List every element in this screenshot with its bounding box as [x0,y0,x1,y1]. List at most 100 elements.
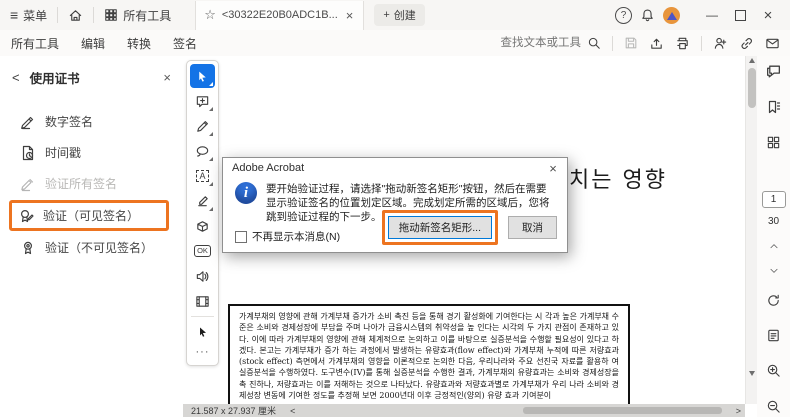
hscroll-right-arrow[interactable]: > [732,406,745,416]
titlebar: ≡ 菜单 所有工具 ☆ <30322E20B0ADC1B... × + 创建 ? [0,0,790,31]
cursor-icon [196,70,209,83]
dont-show-again-checkbox[interactable] [235,231,247,243]
plus-icon: + [383,9,389,21]
request-signature-icon[interactable] [713,36,728,51]
next-page-button[interactable] [769,265,779,275]
document-tab[interactable]: ☆ <30322E20B0ADC1B... × [195,1,364,30]
dialog-close-icon[interactable]: × [545,161,561,176]
home-icon [68,8,83,23]
film-icon [195,294,210,309]
home-button[interactable] [58,0,93,30]
sidebar-item-label: 验证（不可见签名） [45,239,153,256]
zoom-out-button[interactable] [762,396,786,417]
star-icon[interactable]: ☆ [204,7,216,23]
page-thumbnails-panel-button[interactable] [762,132,786,153]
more-tools-button[interactable]: ··· [187,345,218,363]
toolbar-item-edit[interactable]: 编辑 [70,30,116,56]
maximize-icon [735,10,746,21]
all-tools-label: 所有工具 [123,7,171,24]
draw-tool[interactable] [190,114,215,138]
rotate-icon [766,293,781,308]
panel-close-icon[interactable]: × [163,70,171,85]
audio-tool[interactable] [190,264,215,288]
sidebar-item-digital-signature[interactable]: 数字签名 [14,107,183,136]
black-cursor-icon [197,326,209,338]
search-input[interactable] [483,36,583,50]
help-button[interactable]: ? [615,7,632,24]
hscroll-track[interactable] [299,406,731,415]
select-tool[interactable] [190,64,215,88]
select-object-tool[interactable] [190,320,215,344]
back-icon[interactable]: < [12,70,20,85]
create-label: 创建 [394,7,416,23]
window-maximize-button[interactable] [726,0,754,30]
divider [612,36,613,51]
cancel-button[interactable]: 取消 [508,216,557,239]
add-text-tool[interactable]: A [190,164,215,188]
ellipsis-icon: ··· [196,346,210,358]
speaker-icon [195,269,210,284]
pencil-icon [195,119,210,134]
user-avatar[interactable] [663,7,680,24]
dialog-titlebar[interactable]: Adobe Acrobat × [223,158,567,178]
tab-close-icon[interactable]: × [344,8,356,23]
panel-header: < 使用证书 × [0,56,183,91]
page-display-icon [766,328,781,343]
hamburger-menu-button[interactable]: ≡ 菜单 [0,0,57,30]
submenu-corner [209,182,213,186]
sidebar-item-timestamp[interactable]: 时间戳 [14,138,183,167]
right-rail: 1 30 [757,56,790,417]
menu-label: 菜单 [23,7,47,24]
share-upload-icon[interactable] [649,36,664,51]
hscroll-left-arrow[interactable]: < [286,406,299,416]
video-tool[interactable] [190,289,215,313]
hamburger-icon: ≡ [10,8,18,22]
page-display-button[interactable] [762,325,786,346]
search-field[interactable] [483,36,601,50]
help-icon: ? [621,10,627,21]
sidebar-item-validate-visible-signature[interactable]: 验证（可见签名） [14,203,166,228]
submenu-corner [209,107,213,111]
window-minimize-button[interactable]: — [698,0,726,30]
adobe-acrobat-dialog: Adobe Acrobat × i 要开始验证过程，请选择"拖动新签名矩形"按钮… [222,157,568,253]
vscroll-thumb[interactable] [748,68,756,108]
add-comment-tool[interactable] [190,89,215,113]
comments-icon [765,63,782,80]
sidebar-item-label: 时间戳 [45,144,81,161]
previous-page-button[interactable] [769,241,779,251]
current-page-input[interactable]: 1 [762,191,786,208]
notifications-bell-icon[interactable] [640,8,655,23]
page-size-label: 21.587 x 27.937 厘米 [183,404,286,417]
link-icon[interactable] [739,36,754,51]
hscroll-thumb[interactable] [523,407,722,414]
create-tab-button[interactable]: + 创建 [374,4,424,26]
scroll-down-arrow[interactable] [749,371,755,376]
toolbar-item-all-tools[interactable]: 所有工具 [0,30,70,56]
quick-tools-toolbar: A OK ··· [186,60,219,366]
rotate-page-button[interactable] [762,289,786,310]
sidebar-item-label: 数字签名 [45,113,93,130]
3d-tool[interactable] [190,214,215,238]
document-viewport: A OK ··· [183,56,745,417]
search-icon [587,36,601,50]
toolbar-item-sign[interactable]: 签名 [162,30,208,56]
submenu-corner [209,132,213,136]
submenu-corner [209,82,213,86]
bookmarks-panel-button[interactable] [762,96,786,117]
email-icon[interactable] [765,36,780,51]
sidebar-item-validate-invisible-signature[interactable]: 验证（不可见签名） [14,233,183,262]
grid-icon [104,8,118,22]
zoom-in-button[interactable] [762,360,786,381]
validate-all-signatures-icon [20,176,36,192]
toolbar-item-convert[interactable]: 转换 [116,30,162,56]
drag-new-signature-rectangle-button[interactable]: 拖动新签名矩形... [388,216,492,239]
annotation-highlight-box: 验证（可见签名） [9,200,169,231]
print-icon[interactable] [675,36,690,51]
highlight-tool[interactable] [190,189,215,213]
lasso-tool[interactable] [190,139,215,163]
scroll-up-arrow[interactable] [749,58,755,63]
comments-panel-button[interactable] [762,61,786,82]
all-tools-button[interactable]: 所有工具 [94,0,181,30]
window-close-button[interactable]: × [754,0,782,30]
stamp-tool[interactable]: OK [190,239,215,263]
